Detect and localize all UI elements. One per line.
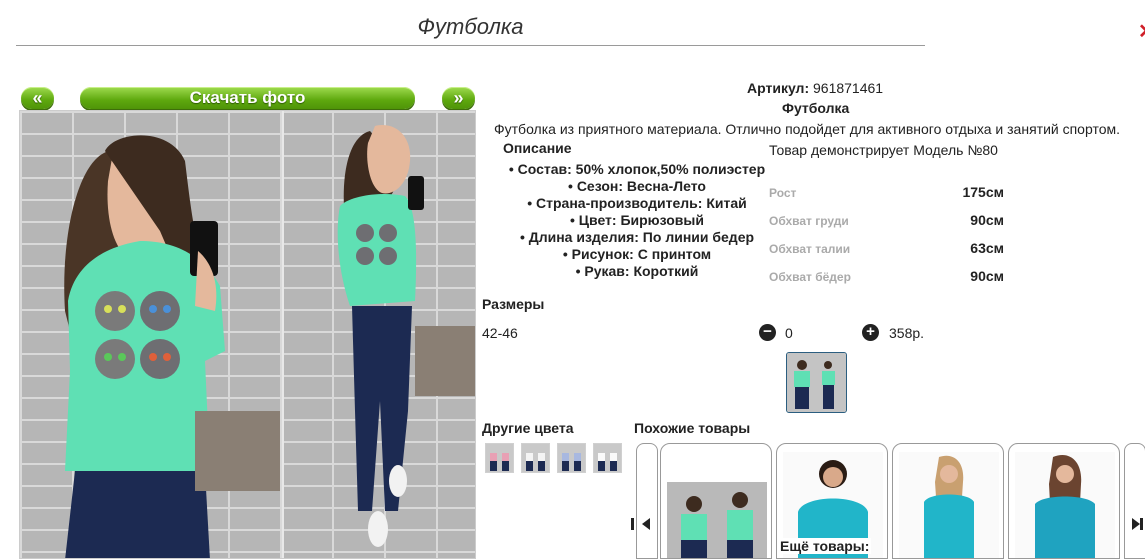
photo-divider [282, 111, 284, 558]
feature-item: • Рукав: Короткий [575, 263, 699, 279]
price-value: 358р. [889, 325, 925, 341]
skip-right-icon [1132, 518, 1143, 530]
swatch-image [522, 444, 549, 472]
carousel-next-button[interactable] [1124, 443, 1145, 559]
size-value: 42-46 [482, 325, 518, 341]
swatch-image [486, 444, 513, 472]
other-colors-heading: Другие цвета [482, 420, 574, 436]
cross-icon[interactable]: ✕ [1138, 22, 1145, 42]
article-label: Артикул: [747, 80, 810, 96]
measure-label: Обхват бёдер [769, 270, 851, 284]
next-photo-button[interactable]: » [442, 87, 475, 109]
sizes-heading: Размеры [482, 296, 545, 312]
product-photo[interactable] [19, 110, 476, 559]
photo-thumbnail[interactable] [786, 352, 847, 413]
measure-value: 90см [970, 212, 1004, 228]
measure-value: 90см [970, 268, 1004, 284]
similar-product-image [1015, 452, 1115, 558]
feature-item: • Страна-производитель: Китай [527, 195, 747, 211]
more-products-link[interactable]: Ещё товары: [778, 538, 872, 554]
color-swatch[interactable] [521, 443, 550, 473]
product-photo-image [64, 125, 475, 558]
swatch-image [594, 444, 621, 472]
minus-circle-icon[interactable]: − [759, 324, 776, 341]
measure-value: 63см [970, 240, 1004, 256]
measure-label: Обхват талии [769, 242, 851, 256]
similar-product-image [899, 452, 999, 558]
similar-product-image [667, 482, 767, 558]
article-value: 961871461 [813, 80, 884, 96]
product-name: Футболка [782, 100, 850, 116]
skip-left-icon [631, 518, 650, 530]
model-caption: Товар демонстрирует Модель №80 [769, 142, 998, 158]
feature-item: • Сезон: Весна-Лето [568, 178, 706, 194]
feature-item: • Длина изделия: По линии бедер [519, 229, 755, 245]
quantity-value: 0 [785, 325, 793, 341]
description-heading: Описание [503, 140, 572, 156]
color-swatch[interactable] [557, 443, 586, 473]
color-swatch[interactable] [593, 443, 622, 473]
swatch-image [558, 444, 585, 472]
prev-photo-button[interactable]: « [21, 87, 54, 109]
product-description: Футболка из приятного материала. Отлично… [494, 121, 1121, 137]
feature-item: • Цвет: Бирюзовый [570, 212, 704, 228]
similar-products-heading: Похожие товары [634, 420, 751, 436]
measure-value: 175см [962, 184, 1004, 200]
carousel-prev-button[interactable] [631, 443, 658, 559]
similar-product-card[interactable] [892, 443, 1004, 559]
download-photo-button[interactable]: Скачать фото [80, 87, 415, 109]
measure-label: Рост [769, 186, 797, 200]
feature-item: • Рисунок: С принтом [562, 246, 712, 262]
measure-label: Обхват груди [769, 214, 849, 228]
thumbnail-image [787, 353, 846, 412]
page-title: Футболка [16, 12, 925, 46]
similar-product-card[interactable] [660, 443, 772, 559]
similar-product-card[interactable] [1008, 443, 1120, 559]
plus-circle-icon[interactable]: + [862, 324, 879, 341]
color-swatch[interactable] [485, 443, 514, 473]
article-line: Артикул: 961871461 [747, 80, 883, 96]
feature-list: • Состав: 50% хлопок,50% полиэстер • Сез… [490, 161, 784, 280]
feature-item: • Состав: 50% хлопок,50% полиэстер [508, 161, 766, 177]
